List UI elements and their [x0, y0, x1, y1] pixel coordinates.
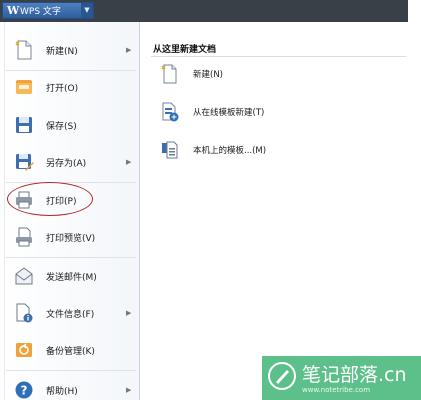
- menu-item-print-preview[interactable]: 打印预览(V): [0, 218, 140, 256]
- site-watermark: 笔记部落.cn www.notetribe.com: [262, 356, 421, 400]
- new-item-label: 从在线模板新建(T): [193, 108, 265, 118]
- menu-item-save[interactable]: 保存(S): [0, 106, 140, 144]
- new-from-online-template[interactable]: 从在线模板新建(T): [161, 102, 264, 122]
- menu-item-label: 打开(O): [46, 83, 79, 94]
- app-menu-button[interactable]: W WPS 文字 ▼: [2, 2, 94, 19]
- submenu-arrow-icon: ▶: [126, 386, 132, 394]
- local-templates[interactable]: 本机上的模板...(M): [161, 140, 266, 160]
- divider: [151, 56, 406, 57]
- svg-text:?: ?: [21, 384, 28, 398]
- submenu-arrow-icon: ▶: [126, 309, 132, 317]
- blank-doc-icon: [161, 64, 177, 84]
- app-name: WPS 文字: [20, 7, 61, 17]
- highlight-circle: [7, 182, 93, 216]
- menu-item-label: 文件信息(F): [46, 309, 95, 320]
- menu-item-new[interactable]: 新建(N) ▶: [0, 31, 140, 69]
- submenu-arrow-icon: ▶: [126, 46, 132, 54]
- menu-item-label: 打印预览(V): [46, 233, 96, 244]
- menu-item-label: 另存为(A): [46, 158, 87, 169]
- watermark-text: 笔记部落.cn: [302, 364, 407, 386]
- mail-icon: [15, 267, 33, 285]
- menu-item-label: 备份管理(K): [46, 346, 95, 357]
- online-template-icon: [162, 102, 179, 122]
- save-as-icon: [16, 154, 34, 171]
- watermark-subtext: www.notetribe.com: [302, 386, 371, 394]
- watermark-logo-icon: [268, 362, 296, 390]
- new-doc-icon: [15, 40, 32, 60]
- menu-item-save-as[interactable]: 另存为(A) ▶: [0, 143, 140, 181]
- new-blank-document[interactable]: 新建(N): [161, 64, 223, 84]
- menu-item-label: 保存(S): [46, 121, 77, 132]
- folder-open-icon: [16, 80, 32, 94]
- panel-title: 从这里新建文档: [153, 45, 217, 55]
- new-item-label: 本机上的模板...(M): [193, 146, 267, 156]
- wps-logo-icon: W: [7, 4, 20, 17]
- menu-item-label: 帮助(H): [46, 386, 78, 397]
- submenu-arrow-icon: ▶: [126, 158, 132, 166]
- menu-item-open[interactable]: 打开(O): [0, 68, 140, 106]
- print-preview-icon: [16, 227, 32, 247]
- menu-item-label: 发送邮件(M): [46, 272, 97, 283]
- menu-item-help[interactable]: ? 帮助(H) ▶: [0, 371, 140, 400]
- menu-item-file-info[interactable]: 文件信息(F) ▶: [0, 294, 140, 332]
- title-bar: W WPS 文字 ▼: [0, 0, 408, 22]
- chevron-down-icon[interactable]: ▼: [81, 3, 93, 18]
- new-document-panel: 从这里新建文档 新建(N) 从在线模板新建(T) 本机上的模板...(M): [141, 22, 408, 400]
- menu-item-backup[interactable]: 备份管理(K): [0, 331, 140, 369]
- menu-item-label: 新建(N): [46, 46, 78, 57]
- file-info-icon: [16, 303, 33, 323]
- help-icon: ?: [15, 381, 33, 399]
- menu-item-send-mail[interactable]: 发送邮件(M): [0, 257, 140, 295]
- save-icon: [16, 117, 32, 133]
- backup-icon: [16, 343, 32, 357]
- local-template-icon: [162, 141, 178, 159]
- new-item-label: 新建(N): [193, 70, 223, 80]
